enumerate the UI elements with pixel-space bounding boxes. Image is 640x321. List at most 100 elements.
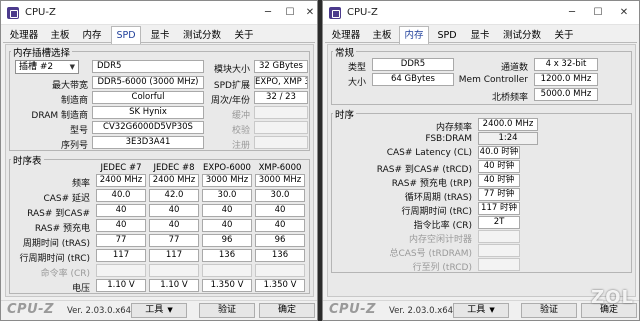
timing-cell (255, 264, 305, 277)
ecc-value (254, 121, 308, 134)
maximize-icon[interactable]: ☐ (589, 4, 607, 21)
timing-cell: 30.0 (255, 189, 305, 202)
timing-cell: 1.10 V (96, 279, 146, 292)
timing-cell: 40 (149, 204, 199, 217)
timing-cell (202, 264, 252, 277)
timing-label: RAS# 预充电 (tRP) (391, 179, 472, 189)
cpuz-logo: CPU-Z (7, 302, 54, 317)
timing-row-label: 频率 (71, 179, 90, 189)
validate-button[interactable]: 验证 (199, 303, 255, 318)
timing-cell: 77 (149, 234, 199, 247)
timing-value: 40.0 时钟 (478, 146, 520, 159)
tab-memory[interactable]: 内存 (79, 28, 105, 43)
timing-label: 内存频率 (435, 123, 472, 133)
week-year-value: 32 / 23 (254, 91, 308, 104)
tab-about[interactable]: 关于 (231, 28, 257, 43)
tab-mainboard[interactable]: 主板 (47, 28, 73, 43)
timing-row-label: 命令率 (CR) (40, 269, 90, 279)
timing-value (478, 258, 520, 271)
spd-ext-label: SPD扩展 (213, 81, 250, 91)
tab-cpu[interactable]: 处理器 (7, 28, 41, 43)
timing-value: 117 时钟 (478, 202, 520, 215)
timing-cell: 40 (149, 219, 199, 232)
cpuz-window-spd: CPU-Z ─ ☐ ✕ 处理器 主板 内存 SPD 显卡 测试分数 关于 内存插… (0, 0, 318, 321)
title-bar[interactable]: CPU-Z ─ ☐ ✕ (323, 1, 639, 25)
tab-graphics[interactable]: 显卡 (467, 28, 493, 43)
tab-graphics[interactable]: 显卡 (147, 28, 173, 43)
timing-label: 内存空闲计时器 (408, 235, 472, 245)
serial-number-value: 3E3D3A41 (92, 136, 204, 149)
timing-cell: 77 (96, 234, 146, 247)
tab-memory[interactable]: 内存 (399, 26, 429, 44)
timing-cell: 2400 MHz (149, 174, 199, 187)
timing-cell: 40 (202, 219, 252, 232)
timing-cell: 96 (255, 234, 305, 247)
timing-row-label: 行周期时间 (tRC) (19, 254, 90, 264)
bandwidth-label: 最大带宽 (51, 81, 88, 91)
tab-about[interactable]: 关于 (551, 28, 577, 43)
minimize-icon[interactable]: ─ (563, 4, 581, 21)
chevron-down-icon: ▼ (489, 306, 495, 314)
tab-spd[interactable]: SPD (433, 28, 461, 43)
timing-cell: 30.0 (202, 189, 252, 202)
close-icon[interactable]: ✕ (615, 4, 633, 21)
registered-label: 注册 (231, 141, 250, 151)
chevron-down-icon: ▼ (167, 306, 173, 314)
tab-mainboard[interactable]: 主板 (369, 28, 395, 43)
timing-cell: 2400 MHz (96, 174, 146, 187)
module-size-label: 模块大小 (213, 65, 250, 75)
timing-value: 40 时钟 (478, 174, 520, 187)
nb-frequency-value: 5000.0 MHz (534, 88, 598, 101)
timing-row-label: 周期时间 (tRAS) (22, 239, 90, 249)
timing-cell: 3000 MHz (255, 174, 305, 187)
memory-type-value: DDR5 (92, 60, 204, 73)
close-icon[interactable]: ✕ (301, 4, 319, 21)
timing-cell: 1.350 V (202, 279, 252, 292)
memory-type-label: 类型 (347, 63, 366, 73)
slot-select-value: 插槽 #2 (19, 62, 54, 72)
timing-label: 总CAS号 (tRDRAM) (389, 249, 472, 259)
tab-bench[interactable]: 测试分数 (179, 28, 225, 43)
spd-panel: 内存插槽选择 插槽 #2 ▼ DDR5 模块大小 32 GBytes 最大带宽 … (5, 44, 314, 297)
timing-label: FSB:DRAM (425, 134, 472, 144)
buffered-label: 缓冲 (231, 111, 250, 121)
timing-col-header: JEDEC #7 (100, 163, 142, 173)
timing-row-label: RAS# 预充电 (34, 224, 90, 234)
zol-watermark: ZOL (591, 287, 634, 308)
manufacturer-value: Colorful (92, 91, 204, 104)
slot-select[interactable]: 插槽 #2 ▼ (15, 60, 79, 74)
maximize-icon[interactable]: ☐ (281, 4, 299, 21)
minimize-icon[interactable]: ─ (259, 4, 277, 21)
timing-value (478, 244, 520, 257)
timing-value: 1:24 (478, 132, 538, 145)
timing-cell: 40 (255, 219, 305, 232)
ok-button[interactable]: 确定 (259, 303, 315, 318)
tab-bench[interactable]: 测试分数 (499, 28, 545, 43)
timing-cell: 3000 MHz (202, 174, 252, 187)
window-title: CPU-Z (25, 7, 56, 18)
memory-size-value: 64 GBytes (372, 73, 454, 86)
timing-row-label: 电压 (71, 284, 90, 294)
cpuz-app-icon (7, 7, 19, 19)
tab-cpu[interactable]: 处理器 (329, 28, 363, 43)
mem-controller-value: 1200.0 MHz (534, 73, 598, 86)
timing-cell: 40 (96, 219, 146, 232)
window-title: CPU-Z (347, 7, 378, 18)
memory-type-value: DDR5 (372, 58, 454, 71)
timing-cell: 1.350 V (255, 279, 305, 292)
cpuz-app-icon (329, 7, 341, 19)
bandwidth-value: DDR5-6000 (3000 MHz) (92, 76, 204, 89)
slot-group-title: 内存插槽选择 (11, 45, 73, 59)
timing-cell: 117 (149, 249, 199, 262)
part-number-label: 型号 (69, 126, 88, 136)
tab-spd[interactable]: SPD (111, 26, 141, 44)
validate-button[interactable]: 验证 (521, 303, 577, 318)
tools-button[interactable]: 工具 ▼ (131, 303, 187, 318)
timing-label: RAS# 到CAS# (tRCD) (376, 165, 472, 175)
ecc-label: 校验 (231, 126, 250, 136)
tools-button[interactable]: 工具 ▼ (453, 303, 509, 318)
timing-value: 2T (478, 216, 520, 229)
title-bar[interactable]: CPU-Z ─ ☐ ✕ (1, 1, 317, 25)
footer-bar: CPU-Z Ver. 2.03.0.x64 工具 ▼ 验证 确定 (1, 300, 317, 320)
timing-label: CAS# Latency (CL) (386, 148, 472, 158)
